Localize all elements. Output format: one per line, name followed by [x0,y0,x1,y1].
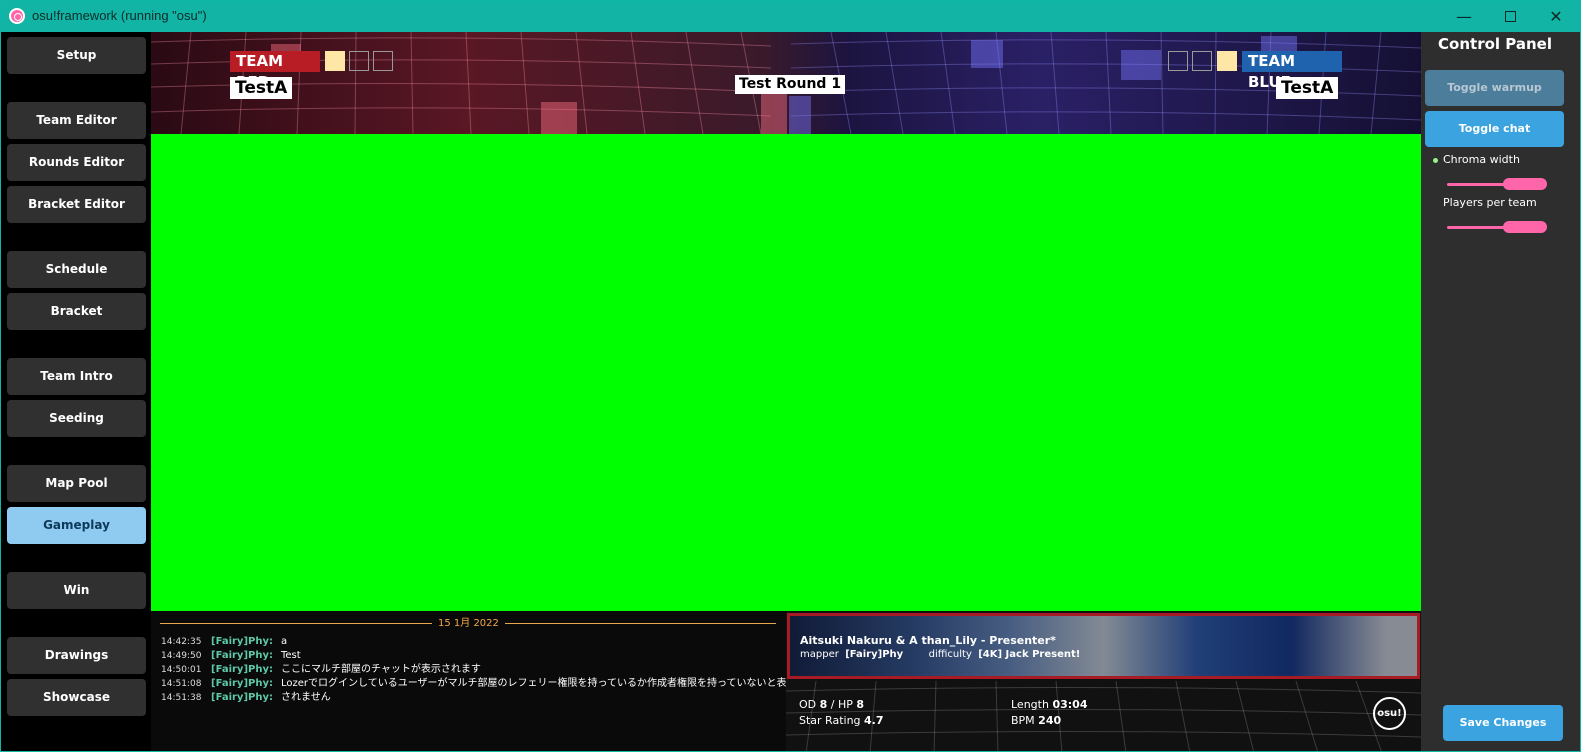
players-per-team-slider[interactable] [1447,221,1547,233]
chat-username[interactable]: [Fairy]Phy: [211,663,281,677]
screen-sidebar: Setup Team Editor Rounds Editor Bracket … [1,32,151,751]
difficulty-label: difficulty [928,649,972,660]
bpm-label: BPM [1011,714,1035,727]
chat-timestamp: 14:42:35 [161,637,202,647]
chat-date: 15 1月 2022 [432,617,505,630]
sidebar-item-team-intro[interactable]: Team Intro [7,358,146,395]
sidebar-item-drawings[interactable]: Drawings [7,637,146,674]
length-stat: Length 03:04 [1011,698,1087,711]
sidebar-item-schedule[interactable]: Schedule [7,251,146,288]
hp-label: / HP [830,698,853,711]
slider-thumb[interactable] [1503,178,1547,190]
chat-timestamp: 14:51:08 [161,679,202,689]
chroma-key-area [151,134,1421,611]
team-red-score-point [373,51,393,71]
minimize-button[interactable]: — [1441,1,1487,32]
sidebar-item-rounds-editor[interactable]: Rounds Editor [7,144,146,181]
team-blue-score-point [1217,51,1237,71]
team-red-badge: TEAM RED [230,51,320,91]
chat-timestamp: 14:49:50 [161,651,202,661]
beatmap-banner: Aitsuki Nakuru & A than_Lily - Presenter… [787,613,1420,679]
sidebar-item-bracket[interactable]: Bracket [7,293,146,330]
window-title: osu!framework (running "osu") [32,8,207,23]
chat-username[interactable]: [Fairy]Phy: [211,649,281,663]
chat-timestamp: 14:51:38 [161,693,202,703]
title-bar: osu!framework (running "osu") — ✕ [1,1,1580,32]
app-window: osu!framework (running "osu") — ✕ Setup … [0,0,1581,752]
chat-message: 14:49:50 [Fairy]Phy: Test [161,649,301,663]
close-icon: ✕ [1549,7,1563,26]
gameplay-header: TEAM RED TestA Test Round 1 TEAM BLUE Te… [151,32,1421,134]
chat-username[interactable]: [Fairy]Phy: [211,691,281,705]
od-value: 8 [819,698,828,711]
chat-message: 14:51:08 [Fairy]Phy: Lozerでログインしているユーザーがマル… [161,677,786,691]
team-blue-badge: TEAM BLUE [1242,51,1342,91]
osu-logo-icon: osu! [1373,697,1406,730]
length-value: 03:04 [1052,698,1088,711]
star-label: Star Rating [799,714,861,727]
status-dot-icon [1433,158,1438,163]
round-name: Test Round 1 [735,75,846,94]
team-red-score-point [349,51,369,71]
team-blue-name: TestA [1276,77,1339,99]
sidebar-item-showcase[interactable]: Showcase [7,679,146,716]
sidebar-item-gameplay[interactable]: Gameplay [7,507,146,544]
bpm-stat: BPM 240 [1011,714,1061,727]
chat-text: ここにマルチ部屋のチャットが表示されます [281,664,481,675]
chat-timestamp: 14:50:01 [161,665,202,675]
slider-thumb[interactable] [1503,221,1547,233]
maximize-icon [1504,10,1516,22]
hp-value: 8 [856,698,865,711]
sidebar-item-map-pool[interactable]: Map Pool [7,465,146,502]
team-red-score-point [325,51,345,71]
od-hp-stat: OD 8 / HP 8 [799,698,864,711]
save-changes-button[interactable]: Save Changes [1443,705,1563,741]
bpm-value: 240 [1038,714,1062,727]
toggle-chat-button[interactable]: Toggle chat [1425,111,1564,147]
toggle-warmup-button[interactable]: Toggle warmup [1425,70,1564,106]
chat-username[interactable]: [Fairy]Phy: [211,635,281,649]
beatmap-meta: mapper [Fairy]Phy difficulty [4K] Jack P… [800,649,1080,660]
osu-app-icon [9,8,25,24]
star-rating-stat: Star Rating 4.7 [799,714,884,727]
chat-text: Test [281,650,301,661]
chat-username[interactable]: [Fairy]Phy: [211,677,281,691]
sidebar-item-win[interactable]: Win [7,572,146,609]
star-value: 4.7 [864,714,884,727]
difficulty-value: [4K] Jack Present! [978,649,1081,660]
control-panel: Control Panel Toggle warmup Toggle chat … [1421,32,1580,751]
mapper-value: [Fairy]Phy [845,649,904,660]
maximize-button[interactable] [1487,1,1533,32]
chat-text: されません [281,692,331,703]
team-blue-score-point [1192,51,1212,71]
chat-message: 14:50:01 [Fairy]Phy: ここにマルチ部屋のチャットが表示されます [161,663,481,677]
chat-message: 14:42:35 [Fairy]Phy: a [161,635,287,649]
chroma-width-label: Chroma width [1443,153,1520,166]
sidebar-item-setup[interactable]: Setup [7,37,146,74]
minimize-icon: — [1456,7,1472,26]
team-red-name: TestA [230,77,293,99]
chat-text: a [281,636,288,647]
beatmap-info-panel: Aitsuki Nakuru & A than_Lily - Presenter… [786,611,1421,751]
sidebar-item-team-editor[interactable]: Team Editor [7,102,146,139]
control-panel-title: Control Panel [1438,35,1552,53]
mapper-label: mapper [800,649,839,660]
team-blue-score-point [1168,51,1188,71]
length-label: Length [1011,698,1049,711]
sidebar-item-seeding[interactable]: Seeding [7,400,146,437]
close-button[interactable]: ✕ [1533,1,1579,32]
players-per-team-label: Players per team [1443,196,1537,209]
sidebar-item-bracket-editor[interactable]: Bracket Editor [7,186,146,223]
beatmap-title: Aitsuki Nakuru & A than_Lily - Presenter… [800,634,1056,647]
chroma-width-slider[interactable] [1447,178,1547,190]
chat-message: 14:51:38 [Fairy]Phy: されません [161,691,331,705]
od-label: OD [799,698,817,711]
chat-panel: 15 1月 2022 14:42:35 [Fairy]Phy: a 14:49:50… [151,611,786,751]
chat-text: Lozerでログインしているユーザーがマルチ部屋のレフェリー権限を持っているか作… [281,678,786,689]
